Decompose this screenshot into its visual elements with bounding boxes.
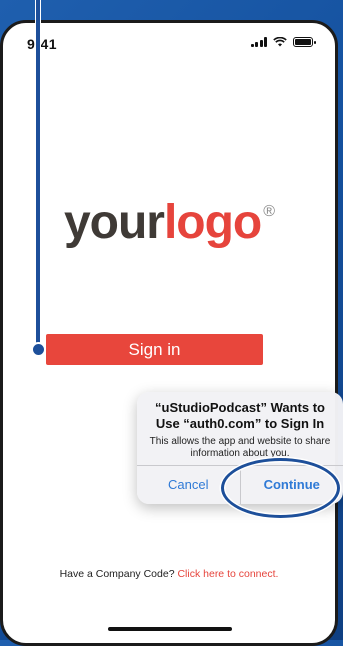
continue-highlight-ring	[221, 458, 340, 518]
status-bar: 9:41	[3, 23, 335, 67]
company-code-text: Have a Company Code?	[60, 568, 178, 580]
phone-frame: 9:41 yourlogo® Sign in Have a Company Co…	[0, 20, 338, 646]
battery-icon	[293, 37, 313, 47]
connect-link[interactable]: Click here to connect.	[177, 568, 278, 580]
app-logo: yourlogo®	[3, 195, 335, 250]
guide-pointer-line	[35, 0, 41, 349]
logo-your-text: your	[64, 196, 164, 249]
home-indicator[interactable]	[108, 627, 232, 631]
company-code-prompt: Have a Company Code? Click here to conne…	[3, 568, 335, 580]
logo-mark-text: logo	[164, 196, 261, 249]
status-icons	[251, 37, 314, 47]
wifi-icon	[273, 37, 287, 47]
sign-in-button[interactable]: Sign in	[46, 334, 263, 365]
alert-message: This allows the app and website to share…	[137, 436, 343, 460]
alert-title: “uStudioPodcast” Wants to Use “auth0.com…	[137, 400, 343, 432]
cellular-signal-icon	[251, 37, 268, 47]
status-time: 9:41	[27, 36, 57, 52]
registered-mark: ®	[263, 203, 274, 220]
guide-pointer-dot	[31, 342, 46, 357]
